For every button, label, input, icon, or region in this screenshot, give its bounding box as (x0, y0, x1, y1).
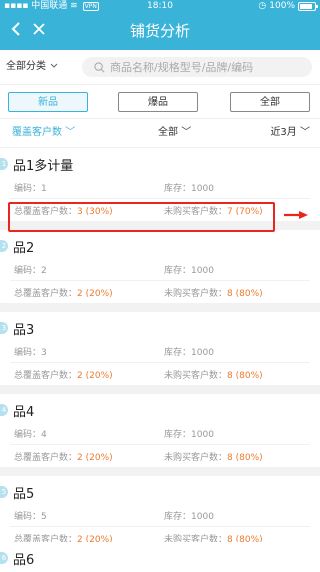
product-card[interactable]: 5 品5 编码：5 库存：1000 总覆盖客户数：2 (20%) 未购买客户数：… (0, 476, 320, 549)
search-input[interactable] (110, 60, 295, 74)
tab-new[interactable]: 新品 (8, 92, 88, 112)
chevron-down-icon: ﹀ (181, 127, 192, 138)
product-name: 品5 (13, 487, 35, 502)
product-name: 品3 (13, 323, 35, 338)
chevron-down-icon: ﹀ (300, 127, 310, 138)
sort-period-label: 近3月 (270, 127, 297, 138)
product-name: 品2 (13, 241, 35, 256)
product-name: 品4 (13, 405, 35, 420)
divider (10, 526, 310, 527)
index-badge: 3 (0, 322, 8, 334)
page-title: 铺货分析 (129, 22, 190, 40)
search-box[interactable] (82, 57, 312, 77)
status-bar: ▪▪▪▪ 中国联通 ≋ VPN 18:10 ◷ 100% (0, 0, 320, 12)
sort-period[interactable]: 近3月 ﹀ (270, 119, 310, 147)
product-card[interactable]: 6 品6 (0, 542, 320, 572)
annotation-highlight-box (8, 202, 275, 232)
coverage-count: 总覆盖客户数：2 (20%) (14, 289, 113, 299)
sort-all-label: 全部 (158, 127, 178, 138)
divider (10, 198, 310, 199)
category-label: 全部分类 (6, 61, 46, 72)
divider (10, 362, 310, 363)
coverage-count: 总覆盖客户数：2 (20%) (14, 453, 113, 463)
index-badge: 1 (0, 158, 8, 170)
product-name: 品6 (13, 553, 35, 568)
category-select[interactable]: 全部分类 (6, 58, 58, 76)
product-code: 编码：1 (14, 184, 47, 194)
index-badge: 6 (0, 552, 8, 564)
product-card[interactable]: 3 品3 编码：3 库存：1000 总覆盖客户数：2 (20%) 未购买客户数：… (0, 312, 320, 385)
product-code: 编码：4 (14, 430, 47, 440)
product-card[interactable]: 2 品2 编码：2 库存：1000 总覆盖客户数：2 (20%) 未购买客户数：… (0, 230, 320, 303)
filter-bar: 全部分类 (0, 50, 320, 84)
product-stock: 库存：1000 (164, 430, 214, 440)
sort-row: 覆盖客户数 ﹀ 全部 ﹀ 近3月 ﹀ (0, 118, 320, 147)
sort-coverage-label: 覆盖客户数 (12, 127, 62, 138)
sort-all[interactable]: 全部 ﹀ (158, 119, 191, 147)
unpurchased-count: 未购买客户数：8 (80%) (164, 289, 263, 299)
unpurchased-count: 未购买客户数：8 (80%) (164, 453, 263, 463)
product-code: 编码：2 (14, 266, 47, 276)
chevron-down-icon (50, 58, 58, 76)
annotation-arrow-icon (284, 211, 308, 219)
coverage-count: 总覆盖客户数：2 (20%) (14, 371, 113, 381)
divider (10, 280, 310, 281)
tab-all[interactable]: 全部 (230, 92, 310, 112)
tab-row: 新品 爆品 全部 (0, 84, 320, 119)
nav-bar: 铺货分析 (0, 12, 320, 50)
search-icon (90, 58, 108, 76)
index-badge: 4 (0, 404, 8, 416)
product-name: 品1多计量 (13, 159, 74, 174)
product-stock: 库存：1000 (164, 348, 214, 358)
alarm-icon: ◷ (258, 1, 267, 11)
index-badge: 5 (0, 486, 8, 498)
divider (10, 444, 310, 445)
unpurchased-count: 未购买客户数：8 (80%) (164, 371, 263, 381)
battery-percent: 100% (269, 1, 295, 11)
product-stock: 库存：1000 (164, 266, 214, 276)
tab-hot[interactable]: 爆品 (118, 92, 198, 112)
product-code: 编码：3 (14, 348, 47, 358)
status-right: ◷ 100% (258, 0, 318, 12)
product-stock: 库存：1000 (164, 184, 214, 194)
product-code: 编码：5 (14, 512, 47, 522)
index-badge: 2 (0, 240, 8, 252)
chevron-down-icon: ﹀ (65, 127, 76, 138)
product-card[interactable]: 4 品4 编码：4 库存：1000 总覆盖客户数：2 (20%) 未购买客户数：… (0, 394, 320, 467)
battery-icon (298, 1, 318, 11)
sort-coverage[interactable]: 覆盖客户数 ﹀ (12, 119, 75, 147)
product-stock: 库存：1000 (164, 512, 214, 522)
